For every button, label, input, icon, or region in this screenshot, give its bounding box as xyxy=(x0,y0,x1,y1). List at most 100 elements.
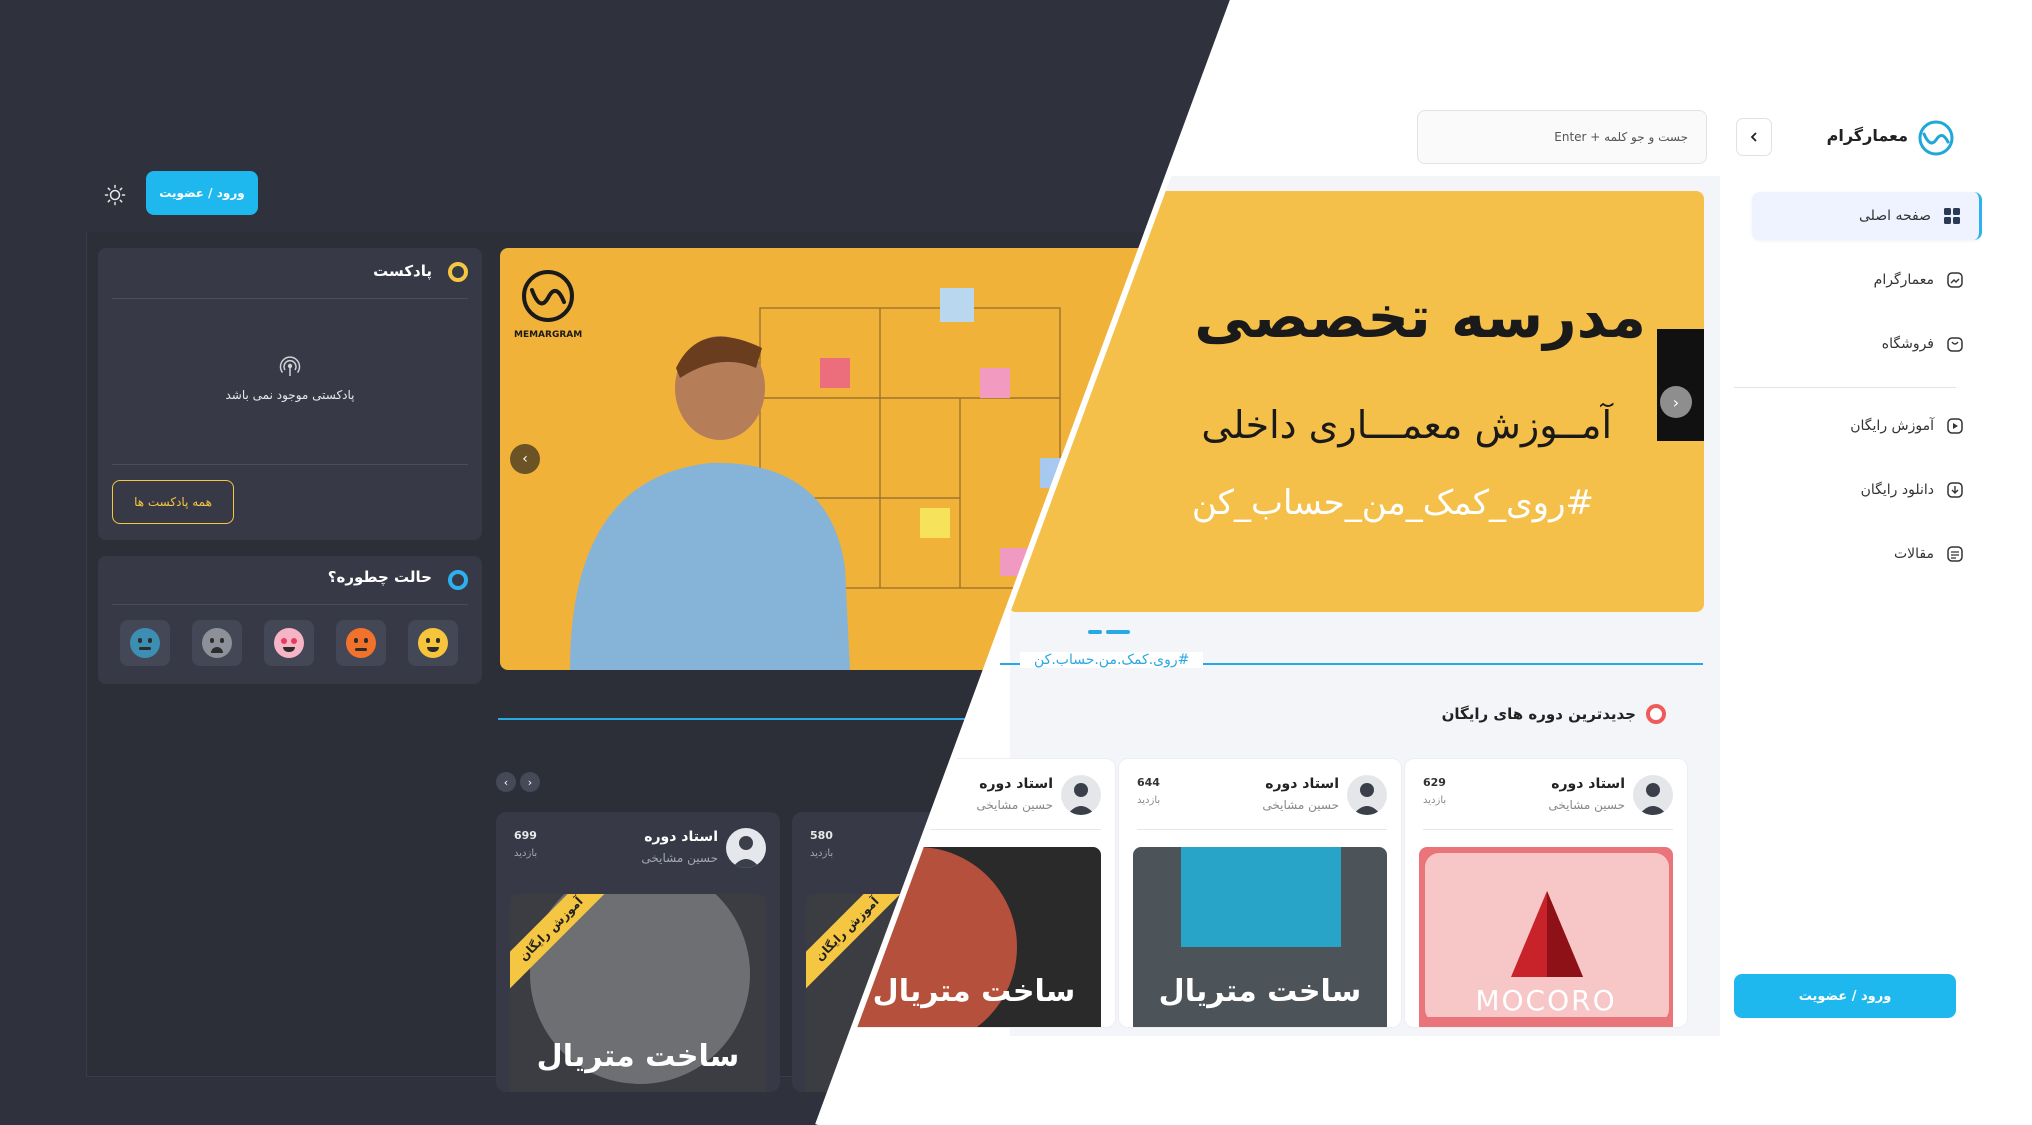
podcast-marker-icon xyxy=(448,262,468,282)
view-label: بازدید xyxy=(1137,795,1161,806)
teacher-name: حسین مشایخی xyxy=(1548,798,1625,812)
podcast-icon xyxy=(279,356,301,376)
chevron-right-icon: › xyxy=(527,775,533,789)
panel-divider xyxy=(112,298,468,299)
podcast-panel: پادکست پادکستی موجود نمی باشد همه پادکست… xyxy=(98,248,482,540)
section-title: جدیدترین دوره های رایگان xyxy=(1441,705,1636,723)
hashtag-divider-text: #روی.کمک.من.حساب.کن xyxy=(1020,652,1204,668)
view-label: بازدید xyxy=(810,848,834,859)
avatar xyxy=(1633,775,1673,815)
chevron-left-icon: ‹ xyxy=(503,775,509,789)
view-count: 580 xyxy=(810,829,833,842)
podcast-title: پادکست xyxy=(373,262,432,280)
mood-panel: حالت چطوره؟ xyxy=(98,556,482,684)
shopping-bag-icon xyxy=(1947,337,1963,352)
sidebar-item-label: معمارگرام xyxy=(1873,272,1934,288)
thumbnail-text: ساخت متریال xyxy=(536,1039,740,1074)
crying-face-icon xyxy=(202,628,232,658)
grid-icon xyxy=(1944,208,1960,224)
theme-toggle[interactable] xyxy=(102,182,128,208)
avatar xyxy=(1347,775,1387,815)
sidebar-item-free-courses[interactable]: آموزش رایگان xyxy=(1752,402,1982,450)
sidebar-item-home[interactable]: صفحه اصلی xyxy=(1752,192,1982,240)
course-thumbnail[interactable]: MOCORO xyxy=(1419,847,1673,1027)
login-button-dark[interactable]: ورود / عضویت xyxy=(146,171,258,215)
course-title: استاد دوره xyxy=(979,776,1053,792)
avatar xyxy=(726,828,766,868)
hero-logo-text: MEMARGRAM xyxy=(514,330,583,340)
carousel-prev-button[interactable]: ‹ xyxy=(496,772,516,792)
mood-love-button[interactable] xyxy=(264,620,314,666)
panel-divider xyxy=(112,464,468,465)
carousel-dots xyxy=(1088,630,1130,634)
view-label: بازدید xyxy=(1423,795,1447,806)
course-card[interactable]: استاد دوره حسین مشایخی 644 بازدید ساخت م… xyxy=(1118,758,1402,1028)
course-thumbnail[interactable]: آموزش رایگان ساخت متریال xyxy=(510,894,766,1092)
hero-hashtag: #روی_کمک_من_حساب_کن xyxy=(1191,483,1594,523)
carousel-next-button[interactable]: › xyxy=(520,772,540,792)
course-thumbnail[interactable]: ساخت متریال xyxy=(1133,847,1387,1027)
article-icon xyxy=(1947,546,1963,562)
teacher-name: حسین مشایخی xyxy=(976,798,1053,812)
dark-course-card[interactable]: استاد دوره حسین مشایخی 699 بازدید آموزش … xyxy=(496,812,780,1092)
hero-next-button[interactable]: › xyxy=(1660,386,1692,418)
sidebar-item-label: دانلود رایگان xyxy=(1860,482,1934,498)
course-card[interactable]: استاد دوره حسین مشایخی 629 بازدید MOCORO xyxy=(1404,758,1688,1028)
brand-name[interactable]: معمارگرام xyxy=(1818,126,1908,145)
mood-title: حالت چطوره؟ xyxy=(327,568,432,586)
menu-divider xyxy=(1734,387,1956,388)
mood-marker-icon xyxy=(448,570,468,590)
view-label: بازدید xyxy=(514,848,538,859)
thumbnail-text: ساخت متریال xyxy=(1158,974,1362,1009)
course-title: استاد دوره xyxy=(1265,776,1339,792)
podcast-empty-message: پادکستی موجود نمی باشد xyxy=(225,388,355,402)
carousel-dot-active[interactable] xyxy=(1106,630,1130,634)
collapse-sidebar-button[interactable] xyxy=(1736,118,1772,156)
sidebar-item-articles[interactable]: مقالات xyxy=(1752,530,1982,578)
love-face-icon xyxy=(274,628,304,658)
sidebar-item-label: مقالات xyxy=(1893,546,1934,562)
view-count: 644 xyxy=(1137,776,1160,789)
section-marker-icon xyxy=(1646,704,1666,724)
hero-side-strip xyxy=(1657,329,1704,441)
happy-face-icon xyxy=(418,628,448,658)
mood-angry-button[interactable] xyxy=(336,620,386,666)
avatar xyxy=(1061,775,1101,815)
sidebar-item-label: آموزش رایگان xyxy=(1850,418,1934,434)
mood-happy-button[interactable] xyxy=(408,620,458,666)
sidebar-item-label: صفحه اصلی xyxy=(1858,208,1931,224)
sidebar-item-shop[interactable]: فروشگاه xyxy=(1752,320,1982,368)
card-divider xyxy=(1423,829,1673,830)
mood-crying-button[interactable] xyxy=(192,620,242,666)
download-icon xyxy=(1947,482,1963,498)
course-title: استاد دوره xyxy=(1551,776,1625,792)
dark-hero-prev-button[interactable]: ‹ xyxy=(510,444,540,474)
all-podcasts-button[interactable]: همه پادکست ها xyxy=(112,480,234,524)
chevron-right-icon: › xyxy=(1672,392,1680,412)
thumbnail-text: MOCORO xyxy=(1475,984,1617,1017)
thumbnail-text: ساخت متریال xyxy=(872,974,1076,1009)
sun-icon xyxy=(104,184,126,206)
panel-divider xyxy=(112,604,468,605)
sidebar-item-memargram[interactable]: معمارگرام xyxy=(1752,256,1982,304)
view-count: 699 xyxy=(514,829,537,842)
pool-graphic xyxy=(1181,847,1341,947)
login-button[interactable]: ورود / عضویت xyxy=(1734,974,1956,1018)
card-divider xyxy=(1137,829,1387,830)
sidebar-item-free-download[interactable]: دانلود رایگان xyxy=(1752,466,1982,514)
chevron-left-icon: ‹ xyxy=(522,451,528,467)
teacher-name: حسین مشایخی xyxy=(1262,798,1339,812)
hero-subtitle: آمــوزش معمـــاری داخلی xyxy=(1201,403,1612,447)
chevron-left-icon xyxy=(1750,132,1757,142)
search-input[interactable]: جست و جو کلمه + Enter xyxy=(1417,110,1707,164)
play-icon xyxy=(1947,418,1963,434)
gallery-icon xyxy=(1947,272,1963,288)
section-header: جدیدترین دوره های رایگان xyxy=(1442,704,1666,724)
mood-neutral-button[interactable] xyxy=(120,620,170,666)
course-title: استاد دوره xyxy=(644,829,718,845)
brand-logo-icon[interactable] xyxy=(1916,118,1956,158)
angry-face-icon xyxy=(346,628,376,658)
view-count: 629 xyxy=(1423,776,1446,789)
teacher-name: حسین مشایخی xyxy=(641,851,718,865)
carousel-dot[interactable] xyxy=(1088,630,1102,634)
